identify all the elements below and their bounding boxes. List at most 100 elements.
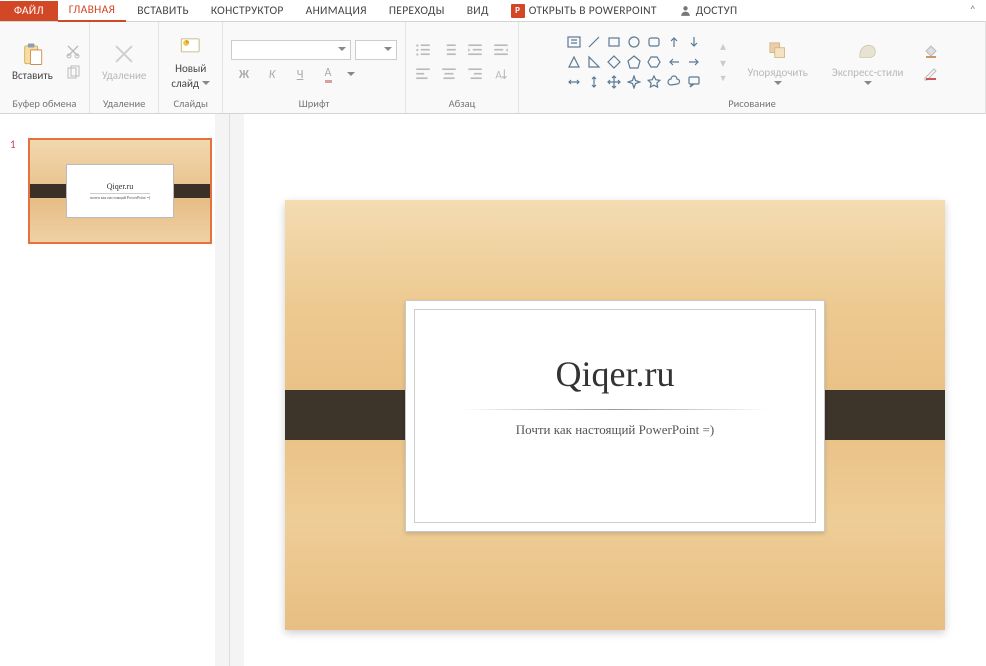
powerpoint-icon: P xyxy=(511,4,525,18)
shape-arrow-up-icon[interactable] xyxy=(665,33,683,51)
share-icon xyxy=(679,4,692,17)
shape-pentagon-icon[interactable] xyxy=(625,53,643,71)
ribbon: Вставить Буфер обмена Удаление Удаление … xyxy=(0,22,986,114)
tab-share[interactable]: ДОСТУП xyxy=(668,1,749,21)
arrange-icon xyxy=(765,38,791,64)
dropdown-icon xyxy=(384,47,392,52)
italic-button[interactable]: К xyxy=(263,66,281,84)
slide-thumbnail-panel: 1 Qiqer.ru почти как настоящий PowerPoin… xyxy=(0,114,230,666)
group-clipboard-label: Буфер обмена xyxy=(12,97,76,111)
group-slides-label: Слайды xyxy=(173,97,208,111)
work-area: 1 Qiqer.ru почти как настоящий PowerPoin… xyxy=(0,114,986,666)
thumb-card: Qiqer.ru почти как настоящий PowerPoint … xyxy=(66,164,174,218)
align-center-button[interactable] xyxy=(440,65,458,83)
arrange-button[interactable]: Упорядочить xyxy=(743,36,811,88)
indent-left-button[interactable] xyxy=(466,41,484,59)
shape-star5-icon[interactable] xyxy=(645,73,663,91)
shape-rect-icon[interactable] xyxy=(605,33,623,51)
slide-card: Qiqer.ru Почти как настоящий PowerPoint … xyxy=(405,300,825,532)
font-family-select[interactable] xyxy=(231,40,351,60)
gallery-more-icon[interactable]: ▼ xyxy=(719,73,728,84)
numbering-button[interactable] xyxy=(440,41,458,59)
group-paragraph-label: Абзац xyxy=(449,97,476,111)
shape-star4-icon[interactable] xyxy=(625,73,643,91)
shape-diamond-icon[interactable] xyxy=(605,53,623,71)
paste-label: Вставить xyxy=(12,69,53,82)
bold-button[interactable]: Ж xyxy=(235,66,253,84)
group-font-label: Шрифт xyxy=(299,97,330,111)
group-slides: Новый слайд Слайды xyxy=(159,22,223,113)
group-drawing-label: Рисование xyxy=(728,97,776,111)
group-delete-label: Удаление xyxy=(103,97,146,111)
quick-styles-icon xyxy=(855,38,881,64)
current-slide[interactable]: Qiqer.ru Почти как настоящий PowerPoint … xyxy=(285,200,945,630)
paste-icon xyxy=(19,41,45,67)
thumbnail-scrollbar[interactable] xyxy=(215,114,229,666)
tab-share-label: ДОСТУП xyxy=(696,4,738,18)
group-font: Ж К Ч А Шрифт xyxy=(223,22,406,113)
group-clipboard: Вставить Буфер обмена xyxy=(0,22,90,113)
shape-outline-icon[interactable] xyxy=(923,65,939,81)
align-right-button[interactable] xyxy=(466,65,484,83)
thumb-title: Qiqer.ru xyxy=(107,182,133,191)
tab-insert[interactable]: ВСТАВИТЬ xyxy=(126,1,200,21)
new-slide-l1: Новый xyxy=(175,62,206,75)
quick-styles-button[interactable]: Экспресс-стили xyxy=(828,36,908,88)
tab-file[interactable]: ФАЙЛ xyxy=(0,1,58,21)
dropdown-icon xyxy=(864,81,872,86)
canvas-scrollbar[interactable] xyxy=(230,114,244,666)
new-slide-button[interactable]: Новый слайд xyxy=(167,32,214,92)
paste-button[interactable]: Вставить xyxy=(8,39,57,84)
text-direction-button[interactable]: A xyxy=(492,65,510,83)
shape-fill-icon[interactable] xyxy=(923,43,939,59)
slide-canvas: Qiqer.ru Почти как настоящий PowerPoint … xyxy=(230,114,986,666)
dropdown-icon xyxy=(347,72,355,77)
shape-circle-icon[interactable] xyxy=(625,33,643,51)
dropdown-icon xyxy=(338,47,346,52)
tab-open-in-powerpoint[interactable]: P ОТКРЫТЬ В POWERPOINT xyxy=(500,1,668,21)
shape-4arrow-icon[interactable] xyxy=(605,73,623,91)
collapse-ribbon-button[interactable]: ˄ xyxy=(960,4,986,18)
align-left-button[interactable] xyxy=(414,65,432,83)
shape-arrow-right-icon[interactable] xyxy=(685,53,703,71)
tab-animation[interactable]: АНИМАЦИЯ xyxy=(295,1,378,21)
new-slide-l2: слайд xyxy=(171,77,199,90)
shape-triangle-icon[interactable] xyxy=(565,53,583,71)
cut-icon[interactable] xyxy=(65,43,81,59)
new-slide-icon xyxy=(178,34,204,60)
shape-hexagon-icon[interactable] xyxy=(645,53,663,71)
tab-design[interactable]: КОНСТРУКТОР xyxy=(200,1,295,21)
tab-transitions[interactable]: ПЕРЕХОДЫ xyxy=(378,1,456,21)
copy-icon[interactable] xyxy=(65,65,81,81)
gallery-up-icon[interactable]: ▴ xyxy=(720,39,726,54)
tab-open-pp-label: ОТКРЫТЬ В POWERPOINT xyxy=(529,4,657,18)
dropdown-icon xyxy=(774,81,782,86)
shape-arrow-lr-icon[interactable] xyxy=(565,73,583,91)
shapes-gallery[interactable] xyxy=(565,33,703,91)
shape-callout-icon[interactable] xyxy=(685,73,703,91)
tab-home[interactable]: ГЛАВНАЯ xyxy=(58,0,126,22)
group-paragraph: A Абзац xyxy=(406,22,519,113)
shape-line-icon[interactable] xyxy=(585,33,603,51)
slide-thumbnail-1[interactable]: Qiqer.ru почти как настоящий PowerPoint … xyxy=(28,138,212,244)
slide-number: 1 xyxy=(10,138,16,151)
quick-styles-label: Экспресс-стили xyxy=(832,66,904,79)
indent-right-button[interactable] xyxy=(492,41,510,59)
delete-button[interactable]: Удаление xyxy=(98,39,151,84)
shape-arrow-left-icon[interactable] xyxy=(665,53,683,71)
group-delete: Удаление Удаление xyxy=(90,22,160,113)
shape-arrow-down-icon[interactable] xyxy=(685,33,703,51)
font-color-button[interactable]: А xyxy=(319,66,337,84)
dropdown-icon xyxy=(202,81,210,86)
shape-textbox-icon[interactable] xyxy=(565,33,583,51)
bullets-button[interactable] xyxy=(414,41,432,59)
group-drawing: ▴ ▾ ▼ Упорядочить Экспресс-стили Рисован… xyxy=(519,22,986,113)
shape-cloud-icon[interactable] xyxy=(665,73,683,91)
underline-button[interactable]: Ч xyxy=(291,66,309,84)
shape-roundrect-icon[interactable] xyxy=(645,33,663,51)
tab-view[interactable]: ВИД xyxy=(456,1,500,21)
shape-arrow-ud-icon[interactable] xyxy=(585,73,603,91)
gallery-down-icon[interactable]: ▾ xyxy=(720,56,726,71)
font-size-select[interactable] xyxy=(355,40,397,60)
shape-right-triangle-icon[interactable] xyxy=(585,53,603,71)
